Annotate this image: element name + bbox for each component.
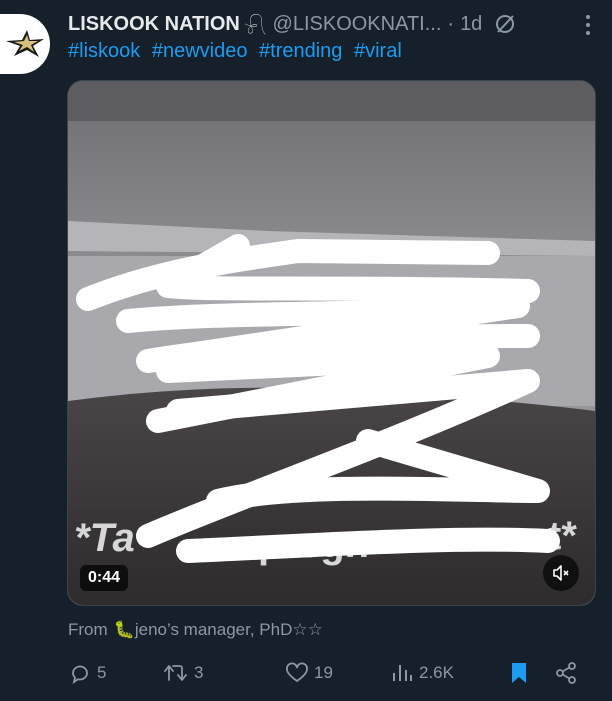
muted-speaker-icon	[553, 565, 569, 581]
reply-button[interactable]: 5	[68, 661, 163, 685]
video-source: From 🐛jeno’s manager, PhD☆☆	[68, 620, 323, 640]
mute-button[interactable]	[543, 555, 579, 591]
video-player[interactable]: fentyshua *Ta pregn t* 0:44	[67, 80, 596, 606]
repost-count: 3	[194, 663, 204, 682]
like-count: 19	[314, 663, 333, 682]
hashtag-link[interactable]: #liskook	[68, 40, 140, 62]
reply-count: 5	[97, 663, 107, 682]
reply-icon	[72, 665, 88, 685]
video-duration: 0:44	[80, 565, 129, 591]
author-handle[interactable]: @LISKOOKNATI...	[273, 13, 442, 36]
like-button[interactable]: 19	[285, 661, 390, 685]
avatar[interactable]	[0, 14, 50, 74]
more-options-icon[interactable]	[578, 12, 598, 38]
source-emoji: 🐛	[113, 620, 135, 639]
source-prefix: From	[68, 620, 108, 639]
share-button[interactable]	[554, 661, 583, 685]
views-chart-icon	[393, 665, 412, 681]
source-name[interactable]: jeno’s manager, PhD☆☆	[135, 620, 323, 639]
post-header: LISKOOK NATION 𓍯 @LISKOOKNATI... · 1d	[68, 10, 608, 39]
hashtag-link[interactable]: #trending	[259, 40, 342, 62]
view-count: 2.6K	[419, 663, 454, 682]
bookmark-button[interactable]	[508, 661, 554, 685]
hashtag-link[interactable]: #newvideo	[152, 40, 248, 62]
video-caption-start: *Ta	[74, 516, 135, 560]
repost-icon	[164, 665, 187, 681]
grok-icon[interactable]	[494, 13, 516, 35]
action-bar: 5 3 19 2.6K	[68, 655, 588, 691]
bookmark-icon	[512, 663, 526, 683]
author-name[interactable]: LISKOOK NATION	[68, 13, 240, 36]
hashtag-link[interactable]: #viral	[354, 40, 402, 62]
star-logo-icon	[6, 30, 44, 57]
author-name-emoji: 𓍯	[243, 16, 267, 39]
video-frame: fentyshua *Ta pregn t*	[68, 81, 595, 605]
heart-icon	[286, 662, 308, 682]
post-time[interactable]: 1d	[460, 13, 482, 36]
share-icon	[556, 662, 576, 684]
views-button[interactable]: 2.6K	[390, 661, 508, 685]
separator-dot: ·	[447, 12, 455, 35]
hashtags: #liskook #newvideo #trending #viral	[68, 40, 408, 63]
repost-button[interactable]: 3	[163, 661, 285, 685]
